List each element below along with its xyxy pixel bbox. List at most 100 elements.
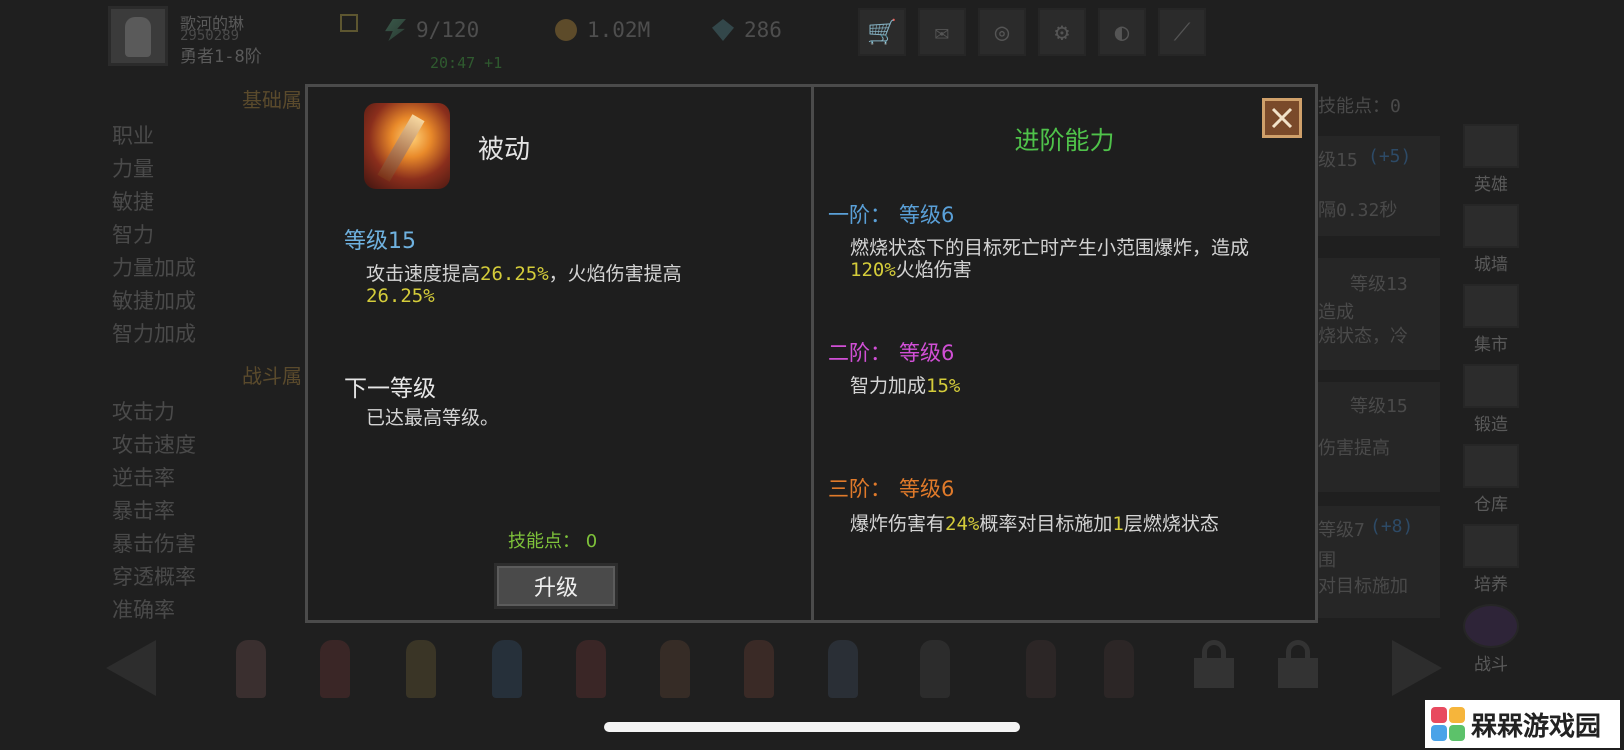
bg-skill-level: 等级7: [1318, 520, 1365, 541]
close-button[interactable]: [1262, 98, 1302, 138]
hero-portrait[interactable]: [562, 636, 620, 702]
hero-portrait[interactable]: [306, 636, 364, 702]
skill-points-label: 技能点：: [508, 531, 580, 552]
hero-portrait[interactable]: [814, 636, 872, 702]
next-level-desc: 已达最高等级。: [366, 407, 500, 429]
hero-portrait[interactable]: [1090, 636, 1148, 702]
desc-value: 24%: [945, 513, 980, 535]
tier-name: 一阶：: [828, 203, 891, 227]
battle-portal-icon: [1463, 604, 1519, 648]
edit-icon[interactable]: [340, 14, 358, 32]
bg-skill-level: 级15: [1318, 150, 1358, 171]
hero-portrait[interactable]: [392, 636, 450, 702]
tier-level: 等级6: [899, 477, 955, 501]
skill-description: 攻击速度提高26.25%，火焰伤害提高 26.25%: [366, 263, 786, 307]
gem-stat: 286: [712, 18, 782, 42]
upgrade-button[interactable]: 升级: [494, 563, 618, 609]
skill-detail-modal: 被动 等级15 攻击速度提高26.25%，火焰伤害提高 26.25% 下一等级 已…: [305, 84, 1318, 623]
stat-label: 智力加成: [112, 322, 196, 346]
desc-value: 26.25%: [366, 285, 435, 307]
stat-label: 智力: [112, 223, 154, 247]
tier-2-header: 二阶： 等级6: [828, 337, 954, 367]
desc-value: 1: [1112, 513, 1124, 535]
settings-gear-icon[interactable]: ⚙: [1038, 8, 1086, 56]
hero-portrait[interactable]: [906, 636, 964, 702]
stat-label: 敏捷加成: [112, 289, 196, 313]
hero-helmet-icon: [1463, 124, 1519, 168]
color-wheel-icon[interactable]: ◐: [1098, 8, 1146, 56]
sidebar-item-train[interactable]: 培养: [1458, 524, 1524, 600]
hero-portrait[interactable]: [1012, 636, 1070, 702]
mail-icon[interactable]: ✉: [918, 8, 966, 56]
sidebar-item-wall[interactable]: 城墙: [1458, 204, 1524, 280]
home-indicator[interactable]: [604, 722, 1020, 732]
gamepad-icon[interactable]: ◎: [978, 8, 1026, 56]
next-hero-arrow-icon[interactable]: [1392, 640, 1442, 696]
stat-label: 攻击速度: [112, 433, 196, 457]
stat-label: 敏捷: [112, 190, 154, 214]
stat-label: 职业: [112, 124, 154, 148]
stat-label: 攻击力: [112, 400, 175, 424]
lock-icon: [1202, 640, 1226, 658]
tier-1-header: 一阶： 等级6: [828, 199, 954, 229]
flaming-sword-skill-icon: [364, 103, 450, 189]
sidebar-item-label: 城墙: [1474, 255, 1508, 275]
hero-portrait[interactable]: [478, 636, 536, 702]
locked-slot[interactable]: [1192, 640, 1236, 690]
bg-skill-desc: 造成: [1318, 302, 1354, 323]
bg-skill-desc: 烧状态，冷: [1318, 326, 1408, 347]
sidebar-item-market[interactable]: 集市: [1458, 284, 1524, 360]
prev-hero-arrow-icon[interactable]: [106, 640, 156, 696]
gold-coin-icon: [555, 19, 577, 41]
watermark-text: 槑槑游戏园: [1471, 711, 1602, 742]
skill-info-pane: 被动 等级15 攻击速度提高26.25%，火焰伤害提高 26.25% 下一等级 已…: [308, 87, 814, 620]
wall-icon: [1463, 204, 1519, 248]
tier-3-header: 三阶： 等级6: [828, 473, 954, 503]
sidebar-item-label: 集市: [1474, 335, 1508, 355]
sidebar-item-label: 英雄: [1474, 175, 1508, 195]
desc-text: 火焰伤害: [895, 259, 972, 281]
stat-label: 力量加成: [112, 256, 196, 280]
desc-value: 26.25%: [480, 263, 549, 285]
close-x-icon: [1271, 107, 1293, 129]
sidebar-item-label: 培养: [1474, 575, 1508, 595]
energy-value: 9/120: [416, 18, 480, 42]
stat-label: 暴击率: [112, 499, 175, 523]
basic-attributes-title: 基础属: [242, 88, 302, 112]
hero-portrait[interactable]: [646, 636, 704, 702]
shop-cart-icon[interactable]: 🛒: [858, 8, 906, 56]
stat-label: 力量: [112, 157, 154, 181]
stat-label: 逆击率: [112, 466, 175, 490]
bg-skill-bonus: (+5): [1368, 146, 1412, 167]
next-level-label: 下一等级: [344, 376, 436, 402]
train-icon: [1463, 524, 1519, 568]
advanced-abilities-pane: 进阶能力 一阶： 等级6 燃烧状态下的目标死亡时产生小范围爆炸，造成120%火焰伤…: [814, 87, 1315, 620]
hero-portrait[interactable]: [222, 636, 280, 702]
gold-stat: 1.02M: [555, 18, 650, 42]
bg-skill-desc: 围: [1318, 550, 1336, 571]
tier-name: 三阶：: [828, 477, 891, 501]
skill-type-label: 被动: [478, 135, 531, 165]
skill-points-value: 0: [585, 531, 598, 552]
bg-skill-level: 等级13: [1350, 274, 1408, 295]
desc-text: 燃烧状态下的目标死亡时产生小范围爆炸，造成: [850, 237, 1250, 259]
hero-portrait[interactable]: [730, 636, 788, 702]
sidebar-item-hero[interactable]: 英雄: [1458, 124, 1524, 200]
sidebar-item-label: 仓库: [1474, 495, 1508, 515]
sidebar-item-forge[interactable]: 锻造: [1458, 364, 1524, 440]
lock-icon: [1286, 640, 1310, 658]
locked-slot[interactable]: [1276, 640, 1320, 690]
desc-text: 层燃烧状态: [1123, 513, 1219, 535]
stat-label: 暴击伤害: [112, 532, 196, 556]
sword-icon[interactable]: ⟋: [1158, 8, 1206, 56]
energy-icon: [385, 19, 406, 41]
desc-text: 爆炸伤害有: [850, 513, 946, 535]
bg-skill-desc: 伤害提高: [1318, 438, 1390, 459]
desc-value: 120%: [850, 259, 896, 281]
sidebar-item-battle[interactable]: 战斗: [1458, 604, 1524, 680]
sidebar-item-warehouse[interactable]: 仓库: [1458, 444, 1524, 520]
watermark-logo-icon: [1431, 707, 1465, 741]
bg-skill-desc: 隔0.32秒: [1318, 200, 1398, 221]
bg-skill-level: 等级15: [1350, 396, 1408, 417]
player-avatar[interactable]: [108, 6, 168, 66]
